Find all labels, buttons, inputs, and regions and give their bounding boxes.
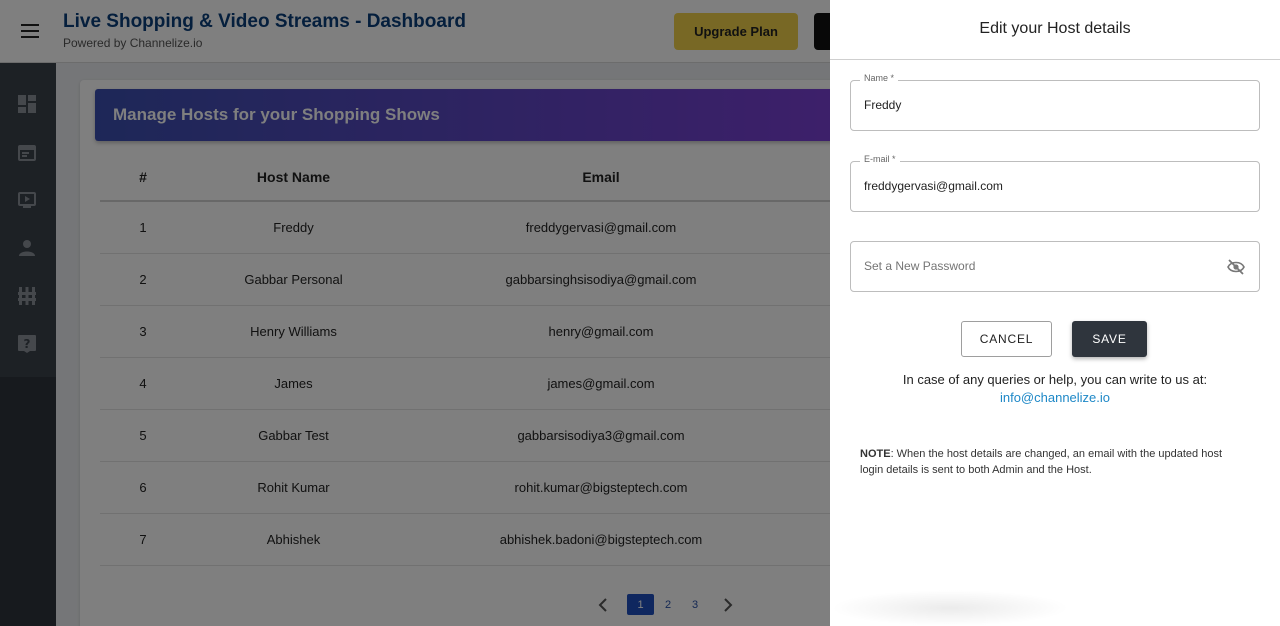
name-field: Name * <box>850 73 1260 131</box>
email-field: E-mail * <box>850 154 1260 212</box>
name-field-label: Name * <box>860 73 899 83</box>
email-field-label: E-mail * <box>860 154 900 164</box>
password-input[interactable] <box>864 259 1224 273</box>
note-body: : When the host details are changed, an … <box>860 448 1222 476</box>
cancel-button[interactable]: CANCEL <box>961 321 1052 357</box>
note-label: NOTE <box>860 448 891 460</box>
support-email-link[interactable]: info@channelize.io <box>830 390 1280 405</box>
note-text: NOTE: When the host details are changed,… <box>860 446 1240 478</box>
drawer-title: Edit your Host details <box>979 20 1131 37</box>
divider <box>830 59 1280 60</box>
modal-backdrop[interactable] <box>0 0 830 626</box>
visibility-off-icon[interactable] <box>1227 259 1245 275</box>
email-input[interactable] <box>864 179 1224 193</box>
save-button[interactable]: SAVE <box>1072 321 1147 357</box>
help-text: In case of any queries or help, you can … <box>902 372 1208 387</box>
drawer-shadow <box>830 590 1070 626</box>
edit-host-drawer: Edit your Host details Name * E-mail * C… <box>830 0 1280 626</box>
name-input[interactable] <box>864 98 1224 112</box>
password-field <box>850 241 1260 292</box>
